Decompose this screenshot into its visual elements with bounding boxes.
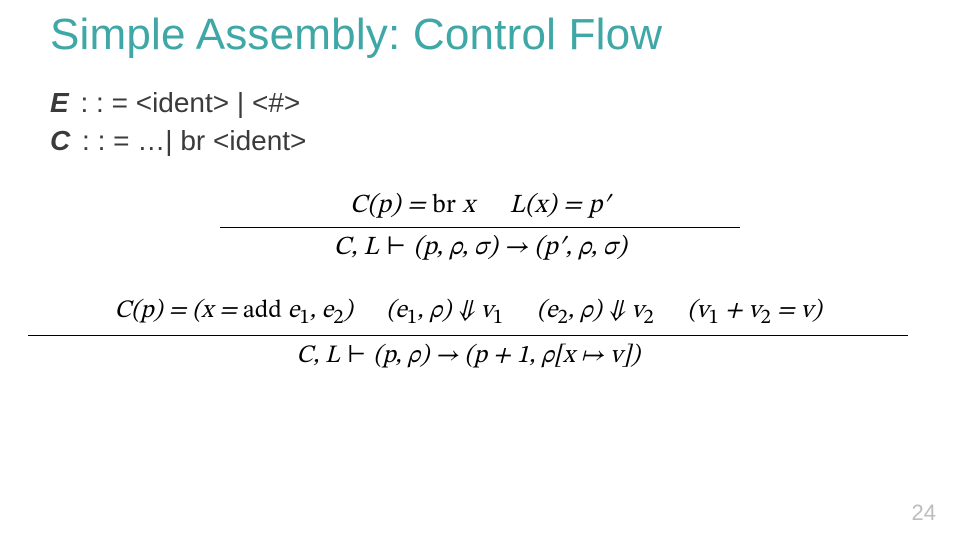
slide-title: Simple Assembly: Control Flow: [50, 10, 910, 60]
rule-add: C(p) = (x = add e1, e2) (e1, ρ) ⇓ v1 (e2…: [28, 293, 908, 373]
production-E: : : = <ident> | <#>: [73, 87, 301, 118]
nonterminal-C: C: [50, 125, 70, 156]
grammar-line-E: E : : = <ident> | <#>: [50, 84, 910, 122]
slide: Simple Assembly: Control Flow E : : = <i…: [0, 0, 960, 540]
rule-add-conclusion: C, L ⊢ (p, ρ) → (p + 1, ρ[x ↦ v]): [290, 338, 646, 373]
nonterminal-E: E: [50, 87, 69, 118]
page-number: 24: [912, 500, 936, 526]
production-C: : : = …| br <ident>: [74, 125, 306, 156]
rule-branch-bar: [220, 227, 740, 228]
rule-branch-conclusion: C, L ⊢ (p, ρ, σ) → (p′, ρ, σ): [327, 230, 632, 267]
grammar-line-C: C : : = …| br <ident>: [50, 122, 910, 160]
rule-branch: C(p) = br x L(x) = p′ C, L ⊢ (p, ρ, σ) →…: [220, 188, 740, 267]
rule-add-premises: C(p) = (x = add e1, e2) (e1, ρ) ⇓ v1 (e2…: [108, 293, 827, 333]
rule-add-bar: [28, 335, 908, 336]
rule-branch-premises: C(p) = br x L(x) = p′: [344, 188, 616, 225]
inference-rules: C(p) = br x L(x) = p′ C, L ⊢ (p, ρ, σ) →…: [50, 188, 910, 373]
grammar-block: E : : = <ident> | <#> C : : = …| br <ide…: [50, 84, 910, 160]
